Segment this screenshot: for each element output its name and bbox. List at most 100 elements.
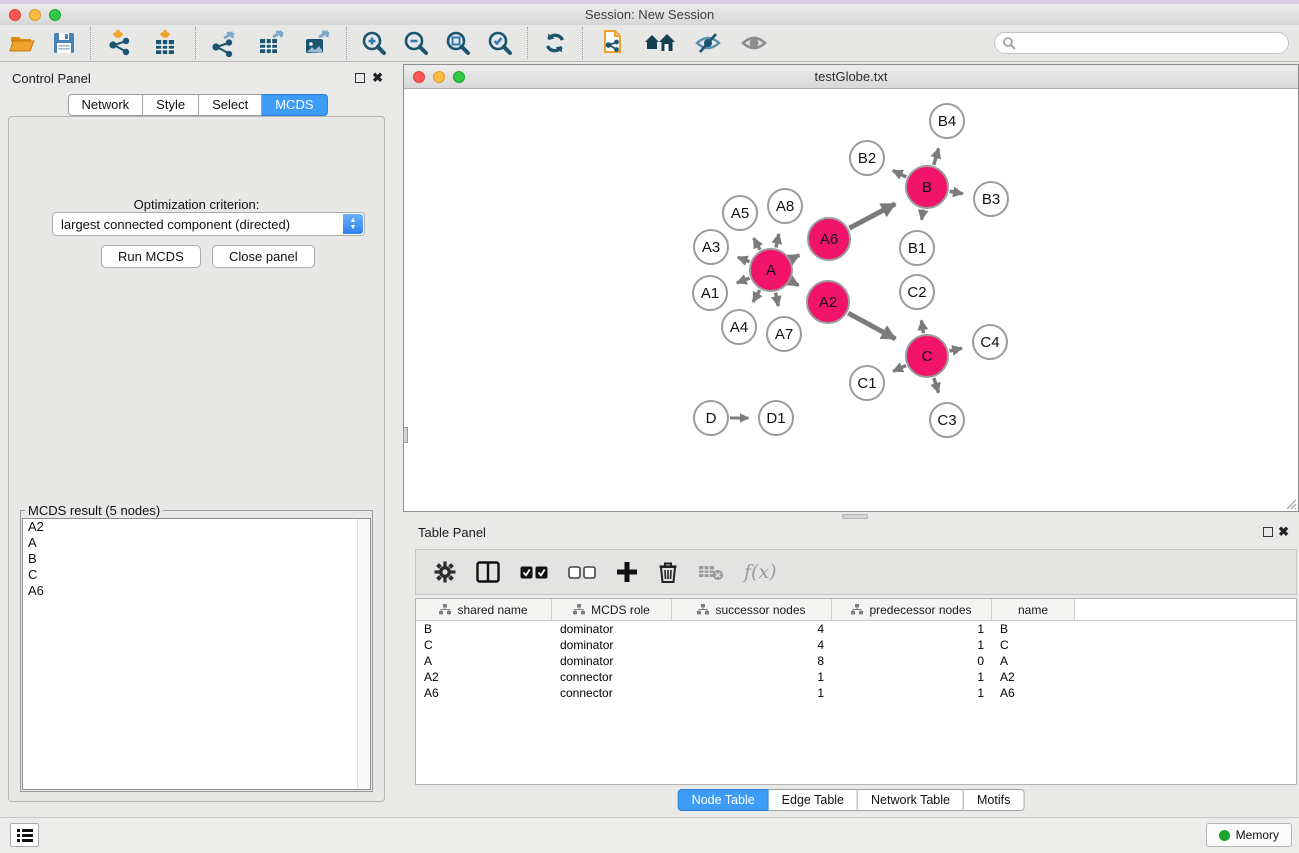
edge-B-B4[interactable] [934,148,939,165]
task-history-button[interactable] [10,823,39,847]
mcds-result-list[interactable]: A2ABCA6 [22,518,371,790]
edge-B-B3[interactable] [950,191,963,193]
home-layout-button[interactable] [635,26,685,60]
zoom-out-button[interactable] [395,26,437,60]
table-cell[interactable]: dominator [552,637,672,653]
import-network-button[interactable] [97,26,143,60]
open-session-button[interactable] [0,26,44,60]
splitter-handle[interactable] [403,427,408,443]
column-header-predecessor-nodes[interactable]: predecessor nodes [832,599,992,620]
mcds-result-item[interactable]: A2 [23,519,370,535]
table-cell[interactable]: 4 [672,621,832,637]
function-builder-button[interactable]: f(x) [744,561,777,583]
zoom-fit-button[interactable] [437,26,479,60]
table-cell[interactable]: 1 [832,685,992,701]
edge-A-A8[interactable] [776,234,779,247]
table-cell[interactable]: A2 [992,669,1075,685]
zoom-in-button[interactable] [353,26,395,60]
close-panel-button[interactable]: Close panel [212,245,315,268]
add-column-button[interactable] [616,561,638,583]
table-cell[interactable]: B [992,621,1075,637]
edge-A6-B[interactable] [849,204,895,228]
select-all-checkboxes-button[interactable] [520,566,548,579]
mcds-result-item[interactable]: C [23,567,370,583]
table-cell[interactable]: 1 [832,669,992,685]
table-cell[interactable]: dominator [552,653,672,669]
table-cell[interactable]: A [992,653,1075,669]
table-row[interactable]: Adominator80A [416,653,1296,669]
edge-B-B2[interactable] [893,170,906,177]
float-panel-icon[interactable] [355,73,365,83]
delete-table-button[interactable] [698,563,724,581]
table-row[interactable]: Bdominator41B [416,621,1296,637]
network-window-titlebar[interactable]: testGlobe.txt [404,65,1298,89]
table-cell[interactable]: C [992,637,1075,653]
close-table-panel-icon[interactable]: ✖ [1278,524,1289,540]
show-graphics-details-button[interactable] [731,26,777,60]
column-header-successor-nodes[interactable]: successor nodes [672,599,832,620]
network-canvas[interactable]: B4B2BB3A8A5A6A3B1AA1C2A2A4A7C4CC1C3DD1 [404,89,1298,511]
table-cell[interactable]: 1 [832,637,992,653]
edge-C-C2[interactable] [921,320,923,333]
tab-mcds[interactable]: MCDS [262,94,327,116]
scrollbar-track[interactable] [357,519,370,789]
edge-B-B1[interactable] [922,210,924,220]
edge-A-A3[interactable] [738,257,750,261]
table-cell[interactable]: connector [552,669,672,685]
search-input[interactable] [994,32,1289,54]
float-table-panel-icon[interactable] [1263,527,1273,537]
table-cell[interactable]: B [416,621,552,637]
resize-grip-icon[interactable] [1283,496,1297,510]
edge-C-C1[interactable] [893,365,906,371]
edge-A2-C[interactable] [848,313,895,339]
tab-style[interactable]: Style [143,94,199,116]
split-panel-button[interactable] [476,561,500,583]
table-cell[interactable]: A [416,653,552,669]
table-cell[interactable]: connector [552,685,672,701]
network-graph[interactable]: B4B2BB3A8A5A6A3B1AA1C2A2A4A7C4CC1C3DD1 [404,89,1298,512]
table-cell[interactable]: 1 [672,669,832,685]
export-network-button[interactable] [202,26,248,60]
edge-A-A5[interactable] [754,238,760,250]
edge-A-A7[interactable] [776,293,779,306]
table-cell[interactable]: C [416,637,552,653]
table-cell[interactable]: 1 [832,621,992,637]
mcds-result-item[interactable]: B [23,551,370,567]
table-cell[interactable]: A2 [416,669,552,685]
tab-select[interactable]: Select [199,94,262,116]
table-cell[interactable]: 8 [672,653,832,669]
table-cell[interactable]: A6 [416,685,552,701]
node-table[interactable]: shared nameMCDS rolesuccessor nodesprede… [415,598,1297,785]
table-row[interactable]: Cdominator41C [416,637,1296,653]
mcds-result-item[interactable]: A [23,535,370,551]
table-cell[interactable]: dominator [552,621,672,637]
edge-C-C4[interactable] [949,348,962,351]
edge-A-A4[interactable] [753,290,760,302]
mcds-result-item[interactable]: A6 [23,583,370,599]
run-mcds-button[interactable]: Run MCDS [101,245,201,268]
edge-A-A1[interactable] [737,278,750,283]
import-table-button[interactable] [143,26,189,60]
tab-node-table[interactable]: Node Table [678,789,769,811]
tab-network-table[interactable]: Network Table [858,789,964,811]
export-table-button[interactable] [248,26,294,60]
zoom-selected-button[interactable] [479,26,521,60]
close-panel-icon[interactable]: ✖ [372,70,383,86]
hide-graphics-details-button[interactable] [685,26,731,60]
table-cell[interactable]: A6 [992,685,1075,701]
table-settings-button[interactable] [434,561,456,583]
table-row[interactable]: A6connector11A6 [416,685,1296,701]
export-image-button[interactable] [294,26,340,60]
tab-network[interactable]: Network [67,94,143,116]
table-cell[interactable]: 1 [672,685,832,701]
column-header-name[interactable]: name [992,599,1075,620]
column-header-shared-name[interactable]: shared name [416,599,552,620]
column-header-MCDS-role[interactable]: MCDS role [552,599,672,620]
deselect-all-checkboxes-button[interactable] [568,566,596,579]
edge-A-A6[interactable] [791,255,799,259]
table-cell[interactable]: 4 [672,637,832,653]
optimization-criterion-select[interactable]: largest connected component (directed) ▲… [52,212,365,236]
refresh-view-button[interactable] [534,26,576,60]
new-network-from-file-button[interactable] [589,26,635,60]
edge-C-C3[interactable] [934,378,939,393]
